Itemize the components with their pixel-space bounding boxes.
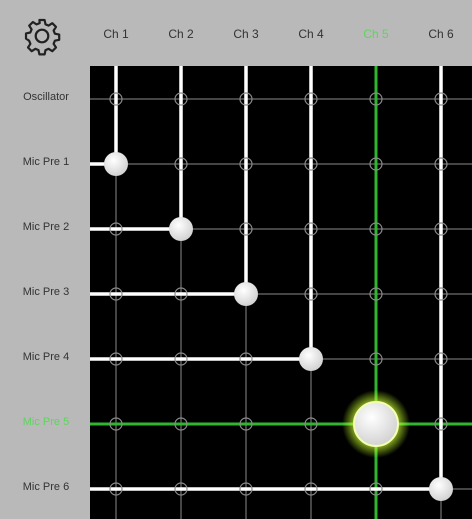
routing-matrix-screen: Ch 1 Ch 2 Ch 3 Ch 4 Ch 5 Ch 6 Oscillator Mic P… [0,0,472,519]
source-label[interactable]: Mic Pre 1 [4,156,88,168]
route-knob[interactable] [104,152,128,176]
channel-label[interactable]: Ch 6 [411,27,471,41]
channel-label[interactable]: Ch 3 [216,27,276,41]
channel-label[interactable]: Ch 5 [346,27,406,41]
source-label[interactable]: Mic Pre 3 [4,286,88,298]
channel-label[interactable]: Ch 2 [151,27,211,41]
route-knob[interactable] [169,217,193,241]
channel-label[interactable]: Ch 4 [281,27,341,41]
routing-matrix[interactable] [90,66,472,519]
source-label[interactable]: Mic Pre 4 [4,351,88,363]
route-knob[interactable] [429,477,453,501]
route-knob[interactable] [234,282,258,306]
source-label[interactable]: Oscillator [4,91,88,103]
source-label[interactable]: Mic Pre 6 [4,481,88,493]
selected-route-knob[interactable] [353,401,399,447]
channel-label[interactable]: Ch 1 [86,27,146,41]
route-knob[interactable] [299,347,323,371]
source-label[interactable]: Mic Pre 5 [4,416,88,428]
source-label[interactable]: Mic Pre 2 [4,221,88,233]
settings-button[interactable] [20,14,64,58]
gear-icon [24,18,61,56]
